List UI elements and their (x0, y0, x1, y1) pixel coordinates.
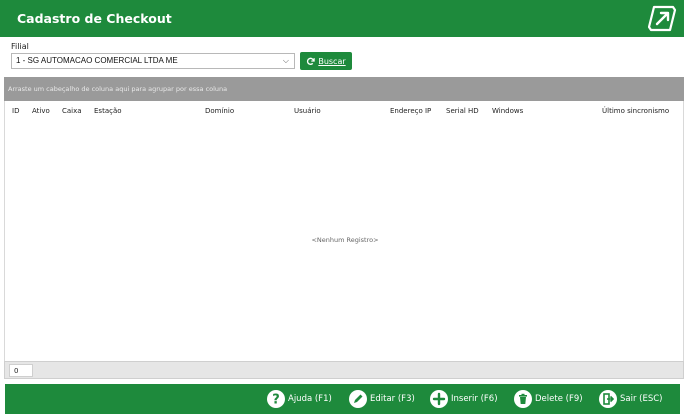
buscar-label: Buscar (318, 56, 346, 66)
help-label: Ajuda (F1) (288, 394, 332, 404)
column-header-dominio[interactable]: Domínio (205, 107, 234, 115)
group-hint: Arraste um cabeçalho de coluna aqui para… (8, 85, 228, 93)
record-count: 0 (9, 364, 33, 377)
exit-button[interactable]: Sair (ESC) (599, 390, 663, 408)
delete-button[interactable]: Delete (F9) (514, 390, 583, 408)
insert-label: Inserir (F6) (451, 394, 498, 404)
filial-select[interactable]: 1 - SG AUTOMACAO COMERCIAL LTDA ME ⌵ (11, 53, 295, 69)
trash-icon (514, 390, 532, 408)
help-icon: ? (267, 390, 285, 408)
empty-grid-message: <Nenhum Registro> (311, 236, 379, 244)
column-header-id[interactable]: ID (12, 107, 19, 115)
exit-label: Sair (ESC) (620, 394, 663, 404)
column-header-ultimo-sincronismo[interactable]: Último sincronismo (602, 107, 669, 115)
edit-button[interactable]: Editar (F3) (349, 390, 415, 408)
column-header-serial-hd[interactable]: Serial HD (446, 107, 479, 115)
filial-selected-value: 1 - SG AUTOMACAO COMERCIAL LTDA ME (16, 56, 178, 65)
chevron-down-icon: ⌵ (282, 56, 289, 65)
action-bar: ? Ajuda (F1) Editar (F3) Inserir (F6) De… (5, 384, 680, 414)
column-header-usuario[interactable]: Usuário (294, 107, 321, 115)
svg-text:?: ? (272, 393, 280, 408)
column-header-endereco-ip[interactable]: Endereço IP (390, 107, 431, 115)
delete-label: Delete (F9) (535, 394, 583, 404)
exit-icon (599, 390, 617, 408)
window-title: Cadastro de Checkout (17, 11, 172, 26)
plus-icon (430, 390, 448, 408)
data-grid[interactable]: ID Ativo Caixa Estação Domínio Usuário E… (4, 101, 684, 361)
pencil-icon (349, 390, 367, 408)
column-header-ativo[interactable]: Ativo (32, 107, 50, 115)
app-logo-icon (648, 5, 677, 32)
title-bar: Cadastro de Checkout (0, 0, 684, 37)
filial-label: Filial (11, 42, 29, 51)
help-button[interactable]: ? Ajuda (F1) (267, 390, 332, 408)
group-panel[interactable]: Arraste um cabeçalho de coluna aqui para… (4, 77, 684, 101)
insert-button[interactable]: Inserir (F6) (430, 390, 498, 408)
buscar-button[interactable]: Buscar (300, 52, 352, 70)
refresh-icon (307, 57, 316, 65)
column-header-caixa[interactable]: Caixa (62, 107, 82, 115)
column-header-windows[interactable]: Windows (492, 107, 523, 115)
column-header-estacao[interactable]: Estação (94, 107, 122, 115)
edit-label: Editar (F3) (370, 394, 415, 404)
grid-footer: 0 (4, 361, 684, 379)
